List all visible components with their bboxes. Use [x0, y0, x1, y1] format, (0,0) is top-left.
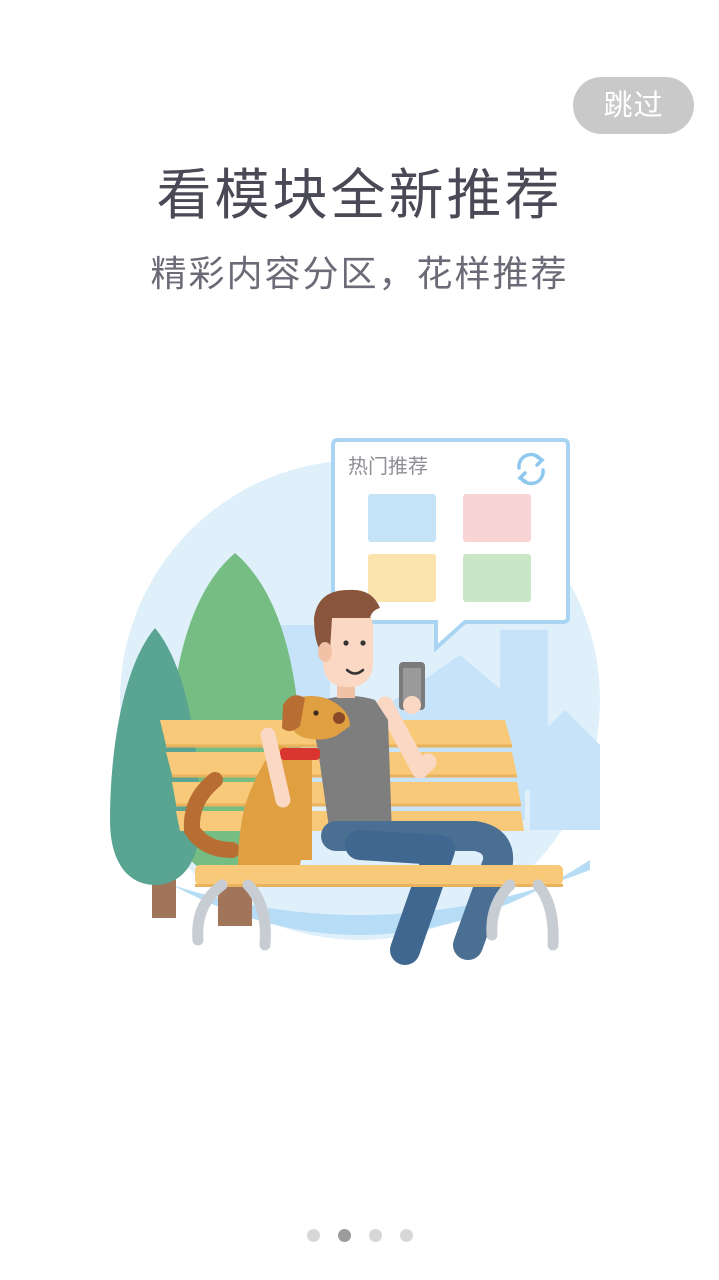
page-indicator: [0, 1229, 719, 1245]
card-tile-2: [463, 494, 531, 542]
card-tile-3: [368, 554, 436, 602]
page-subtitle: 精彩内容分区，花样推荐: [150, 254, 569, 295]
onboarding-illustration: 热门推荐: [110, 438, 600, 965]
page-dot-4[interactable]: [399, 1229, 413, 1242]
page-dot-3[interactable]: [368, 1229, 382, 1242]
page-dot-2[interactable]: [337, 1229, 351, 1242]
card-tile-4: [463, 554, 531, 602]
skip-button[interactable]: 跳过: [573, 77, 694, 134]
page-dot-1[interactable]: [306, 1229, 320, 1242]
dog-collar: [280, 748, 320, 760]
card-tile-1: [368, 494, 436, 542]
onboarding-page: 跳过 看模块全新推荐 精彩内容分区，花样推荐 热门推荐: [0, 0, 719, 1280]
card-title: 热门推荐: [348, 454, 428, 478]
page-title: 看模块全新推荐: [156, 163, 563, 227]
